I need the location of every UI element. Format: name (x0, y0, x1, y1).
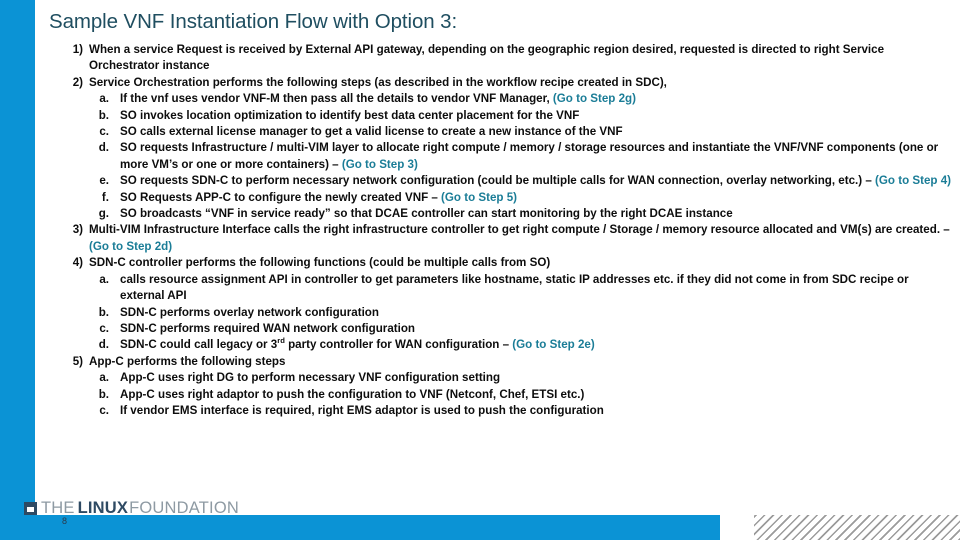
step-item: 4) SDN-C controller performs the followin… (43, 255, 952, 353)
ordinal-superscript: rd (277, 336, 285, 346)
step-text: Service Orchestration performs the follo… (89, 75, 667, 89)
substep-marker: c. (99, 321, 109, 335)
page-title: Sample VNF Instantiation Flow with Optio… (49, 10, 458, 33)
step-item: 5) App-C performs the following steps a. Ap… (43, 354, 952, 420)
substep-text: SO requests Infrastructure / multi-VIM l… (120, 141, 939, 171)
step-marker: 2) (72, 75, 83, 89)
logo-text-the: THE (41, 499, 75, 517)
substep-list: a. calls resource assignment API in contr… (89, 272, 952, 354)
step-marker: 5) (72, 354, 83, 368)
substep-item: d. SDN-C could call legacy or 3rd party c… (89, 337, 952, 353)
substep-list: a. If the vnf uses vendor VNF-M then pass… (89, 91, 952, 222)
substep-text: SO calls external license manager to get… (120, 125, 623, 139)
logo-text-linux: LINUX (77, 499, 129, 517)
substep-item: a. If the vnf uses vendor VNF-M then pass… (89, 91, 952, 107)
substep-marker: a. (99, 371, 109, 385)
step-reference-link[interactable]: (Go to Step 2e) (512, 338, 594, 351)
step-list: 1) When a service Request is received by … (43, 42, 952, 419)
step-marker: 4) (72, 256, 83, 270)
substep-marker: a. (99, 92, 109, 106)
substep-marker: b. (98, 387, 109, 401)
substep-marker: b. (98, 305, 109, 319)
substep-item: a. calls resource assignment API in contr… (89, 272, 952, 305)
substep-marker: c. (99, 125, 109, 139)
substep-marker: e. (99, 174, 109, 188)
step-reference-link[interactable]: (Go to Step 2d) (89, 240, 172, 253)
substep-list: a. App-C uses right DG to perform necessa… (89, 370, 952, 419)
step-text: SDN-C controller performs the following … (89, 256, 551, 270)
substep-text: SO invokes location optimization to iden… (120, 108, 580, 122)
substep-text: App-C uses right adaptor to push the con… (120, 387, 585, 401)
substep-marker: c. (99, 403, 109, 417)
substep-marker: b. (98, 108, 109, 122)
step-reference-link[interactable]: (Go to Step 4) (875, 174, 951, 187)
step-text: When a service Request is received by Ex… (89, 43, 885, 73)
substep-text: calls resource assignment API in control… (120, 272, 909, 303)
logo-text-foundation: FOUNDATION (129, 499, 239, 517)
step-item: 2) Service Orchestration performs the fol… (43, 75, 952, 223)
step-reference-link[interactable]: (Go to Step 2g) (553, 92, 636, 105)
substep-text: If vendor EMS interface is required, rig… (120, 403, 604, 417)
substep-text: SO requests SDN-C to perform necessary n… (120, 174, 952, 188)
step-item: 1) When a service Request is received by … (43, 42, 952, 75)
step-text: Multi-VIM Infrastructure Interface calls… (89, 223, 950, 253)
step-reference-link[interactable]: (Go to Step 3) (342, 158, 418, 171)
substep-text: App-C uses right DG to perform necessary… (120, 371, 501, 385)
substep-item: d. SO requests Infrastructure / multi-VIM… (89, 140, 952, 173)
substep-text: SDN-C performs required WAN network conf… (120, 321, 416, 335)
step-reference-link[interactable]: (Go to Step 5) (441, 191, 517, 204)
step-item: 3) Multi-VIM Infrastructure Interface cal… (43, 222, 952, 255)
substep-text: SO Requests APP-C to configure the newly… (120, 190, 518, 204)
substep-item: b. App-C uses right adaptor to push the c… (89, 387, 952, 403)
substep-marker: a. (99, 272, 109, 286)
substep-item: b. SDN-C performs overlay network configu… (89, 305, 952, 321)
substep-marker: f. (101, 190, 109, 204)
linux-foundation-logo: THE LINUX FOUNDATION (24, 499, 239, 518)
substep-item: c. If vendor EMS interface is required, r… (89, 403, 952, 419)
substep-item: g. SO broadcasts “VNF in service ready” s… (89, 206, 952, 222)
substep-item: c. SO calls external license manager to g… (89, 124, 952, 140)
slide-canvas: Sample VNF Instantiation Flow with Optio… (0, 0, 960, 540)
substep-text: If the vnf uses vendor VNF-M then pass a… (120, 92, 637, 106)
step-marker: 1) (72, 43, 83, 56)
substep-item: f. SO Requests APP-C to configure the new… (89, 190, 952, 206)
step-marker: 3) (72, 223, 83, 237)
substep-marker: d. (98, 338, 109, 352)
substep-item: a. App-C uses right DG to perform necessa… (89, 370, 952, 386)
substep-text: SDN-C performs overlay network configura… (120, 305, 379, 319)
substep-text: SDN-C could call legacy or 3rd party con… (120, 336, 595, 352)
substep-text: SO broadcasts “VNF in service ready” so … (120, 207, 733, 221)
substep-item: c. SDN-C performs required WAN network co… (89, 321, 952, 337)
left-accent-bar (0, 0, 35, 540)
substep-marker: d. (98, 141, 109, 155)
slide-content: Sample VNF Instantiation Flow with Optio… (35, 0, 960, 515)
substep-item: b. SO invokes location optimization to id… (89, 108, 952, 124)
linux-foundation-logo-mark (24, 502, 37, 515)
substep-item: e. SO requests SDN-C to perform necessary… (89, 173, 952, 189)
step-text: App-C performs the following steps (89, 354, 286, 368)
page-number: 8 (62, 516, 68, 526)
substep-marker: g. (98, 207, 109, 221)
